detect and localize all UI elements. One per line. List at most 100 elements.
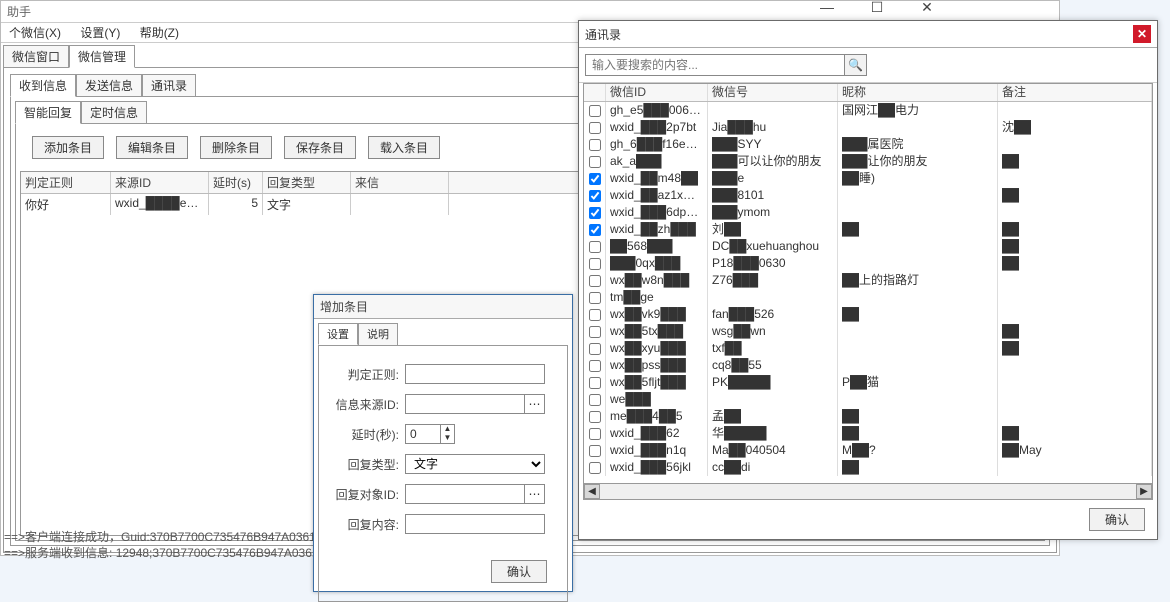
checkbox[interactable] <box>589 377 601 389</box>
row-checkbox[interactable] <box>584 170 606 187</box>
contacts-row[interactable]: tm██ge <box>584 289 1152 306</box>
tab-contacts[interactable]: 通讯录 <box>142 74 196 97</box>
checkbox[interactable] <box>589 139 601 151</box>
contacts-row[interactable]: ak_a██████可以让你的朋友███让你的朋友██ <box>584 153 1152 170</box>
contacts-row[interactable]: gh_6███f16e1██████SYY███属医院 <box>584 136 1152 153</box>
row-checkbox[interactable] <box>584 442 606 459</box>
contacts-row[interactable]: wxid_██m48█████e██睡) <box>584 170 1152 187</box>
row-checkbox[interactable] <box>584 238 606 255</box>
row-checkbox[interactable] <box>584 323 606 340</box>
checkbox[interactable] <box>589 241 601 253</box>
row-checkbox[interactable] <box>584 408 606 425</box>
row-checkbox[interactable] <box>584 289 606 306</box>
browse-target-button[interactable]: ⋯ <box>525 484 545 504</box>
edit-rule-button[interactable]: 编辑条目 <box>116 136 188 159</box>
scroll-right-icon[interactable]: ▶ <box>1136 484 1152 499</box>
contacts-row[interactable]: we███ <box>584 391 1152 408</box>
dialog-tab-settings[interactable]: 设置 <box>318 323 358 345</box>
row-checkbox[interactable] <box>584 391 606 408</box>
checkbox[interactable] <box>589 275 601 287</box>
search-icon[interactable]: 🔍 <box>845 54 867 76</box>
row-checkbox[interactable] <box>584 102 606 119</box>
menu-wechat[interactable]: 个微信(X) <box>1 26 69 40</box>
contacts-row[interactable]: wxid_███n1qMa██040504M██?██May <box>584 442 1152 459</box>
checkbox[interactable] <box>589 309 601 321</box>
col-nick[interactable]: 昵称 <box>838 84 998 101</box>
checkbox[interactable] <box>589 360 601 372</box>
checkbox[interactable] <box>589 326 601 338</box>
browse-source-button[interactable]: ⋯ <box>525 394 545 414</box>
col-extra[interactable]: 来信 <box>351 172 449 193</box>
close-icon[interactable]: ✕ <box>910 0 944 16</box>
menu-settings[interactable]: 设置(Y) <box>72 26 128 40</box>
checkbox[interactable] <box>589 445 601 457</box>
col-wxid[interactable]: 微信ID <box>606 84 708 101</box>
tab-received[interactable]: 收到信息 <box>10 74 76 97</box>
checkbox[interactable] <box>589 462 601 474</box>
checkbox[interactable] <box>589 105 601 117</box>
row-checkbox[interactable] <box>584 357 606 374</box>
input-reply-target[interactable] <box>405 484 525 504</box>
delete-rule-button[interactable]: 删除条目 <box>200 136 272 159</box>
minimize-icon[interactable]: — <box>810 0 844 16</box>
contacts-row[interactable]: wxid_██zh███刘██████ <box>584 221 1152 238</box>
input-reply-content[interactable] <box>405 514 545 534</box>
contacts-row[interactable]: me███4██5孟████ <box>584 408 1152 425</box>
checkbox[interactable] <box>589 394 601 406</box>
contacts-row[interactable]: wx██5fljt███PK█████P██猫 <box>584 374 1152 391</box>
col-rule[interactable]: 判定正则 <box>21 172 111 193</box>
checkbox[interactable] <box>589 292 601 304</box>
checkbox[interactable] <box>589 411 601 423</box>
scroll-left-icon[interactable]: ◀ <box>584 484 600 499</box>
search-input[interactable] <box>585 54 845 76</box>
checkbox[interactable] <box>589 343 601 355</box>
row-checkbox[interactable] <box>584 272 606 289</box>
contacts-row[interactable]: wx██xyu███txf████ <box>584 340 1152 357</box>
tab-wechat-manage[interactable]: 微信管理 <box>69 45 135 68</box>
contacts-row[interactable]: wxid_███56jklcc██di██ <box>584 459 1152 476</box>
tab-timed[interactable]: 定时信息 <box>81 101 147 124</box>
contacts-row[interactable]: wxid_██az1x██████8101██ <box>584 187 1152 204</box>
close-icon[interactable]: ✕ <box>1133 25 1151 43</box>
contacts-ok-button[interactable]: 确认 <box>1089 508 1145 531</box>
contacts-row[interactable]: gh_e5███0061: sg███国网江██电力 <box>584 102 1152 119</box>
tab-wechat-window[interactable]: 微信窗口 <box>3 45 69 68</box>
row-checkbox[interactable] <box>584 459 606 476</box>
row-checkbox[interactable] <box>584 136 606 153</box>
row-checkbox[interactable] <box>584 119 606 136</box>
contacts-hscroll[interactable]: ◀ ▶ <box>584 483 1152 499</box>
row-checkbox[interactable] <box>584 221 606 238</box>
input-delay[interactable]: 0 ▲ ▼ <box>405 424 455 444</box>
col-wxnum[interactable]: 微信号 <box>708 84 838 101</box>
contacts-row[interactable]: wx██vk9███fan███526██ <box>584 306 1152 323</box>
contacts-row[interactable]: wxid_███2p7btJia███hu沈██ <box>584 119 1152 136</box>
contacts-row[interactable]: ██568███DC██xuehuanghou██ <box>584 238 1152 255</box>
row-checkbox[interactable] <box>584 153 606 170</box>
input-source[interactable] <box>405 394 525 414</box>
row-checkbox[interactable] <box>584 374 606 391</box>
row-checkbox[interactable] <box>584 340 606 357</box>
checkbox[interactable] <box>589 224 601 236</box>
row-checkbox[interactable] <box>584 187 606 204</box>
col-reply-type[interactable]: 回复类型 <box>263 172 351 193</box>
contacts-grid[interactable]: 微信ID 微信号 昵称 备注 gh_e5███0061: sg███国网江██电… <box>583 83 1153 500</box>
maximize-icon[interactable]: ☐ <box>860 0 894 16</box>
contacts-row[interactable]: wxid_███62华█████████ <box>584 425 1152 442</box>
load-rule-button[interactable]: 载入条目 <box>368 136 440 159</box>
input-rule[interactable] <box>405 364 545 384</box>
row-checkbox[interactable] <box>584 204 606 221</box>
contacts-row[interactable]: ███0qx███P18███0630██ <box>584 255 1152 272</box>
checkbox[interactable] <box>589 156 601 168</box>
dialog-ok-button[interactable]: 确认 <box>491 560 547 583</box>
row-checkbox[interactable] <box>584 425 606 442</box>
col-delay[interactable]: 延时(s) <box>209 172 263 193</box>
tab-smart-reply[interactable]: 智能回复 <box>15 101 81 124</box>
save-rule-button[interactable]: 保存条目 <box>284 136 356 159</box>
tab-sent[interactable]: 发送信息 <box>76 74 142 97</box>
checkbox[interactable] <box>589 190 601 202</box>
checkbox[interactable] <box>589 173 601 185</box>
add-rule-button[interactable]: 添加条目 <box>32 136 104 159</box>
checkbox[interactable] <box>589 122 601 134</box>
col-remark[interactable]: 备注 <box>998 84 1152 101</box>
checkbox[interactable] <box>589 207 601 219</box>
